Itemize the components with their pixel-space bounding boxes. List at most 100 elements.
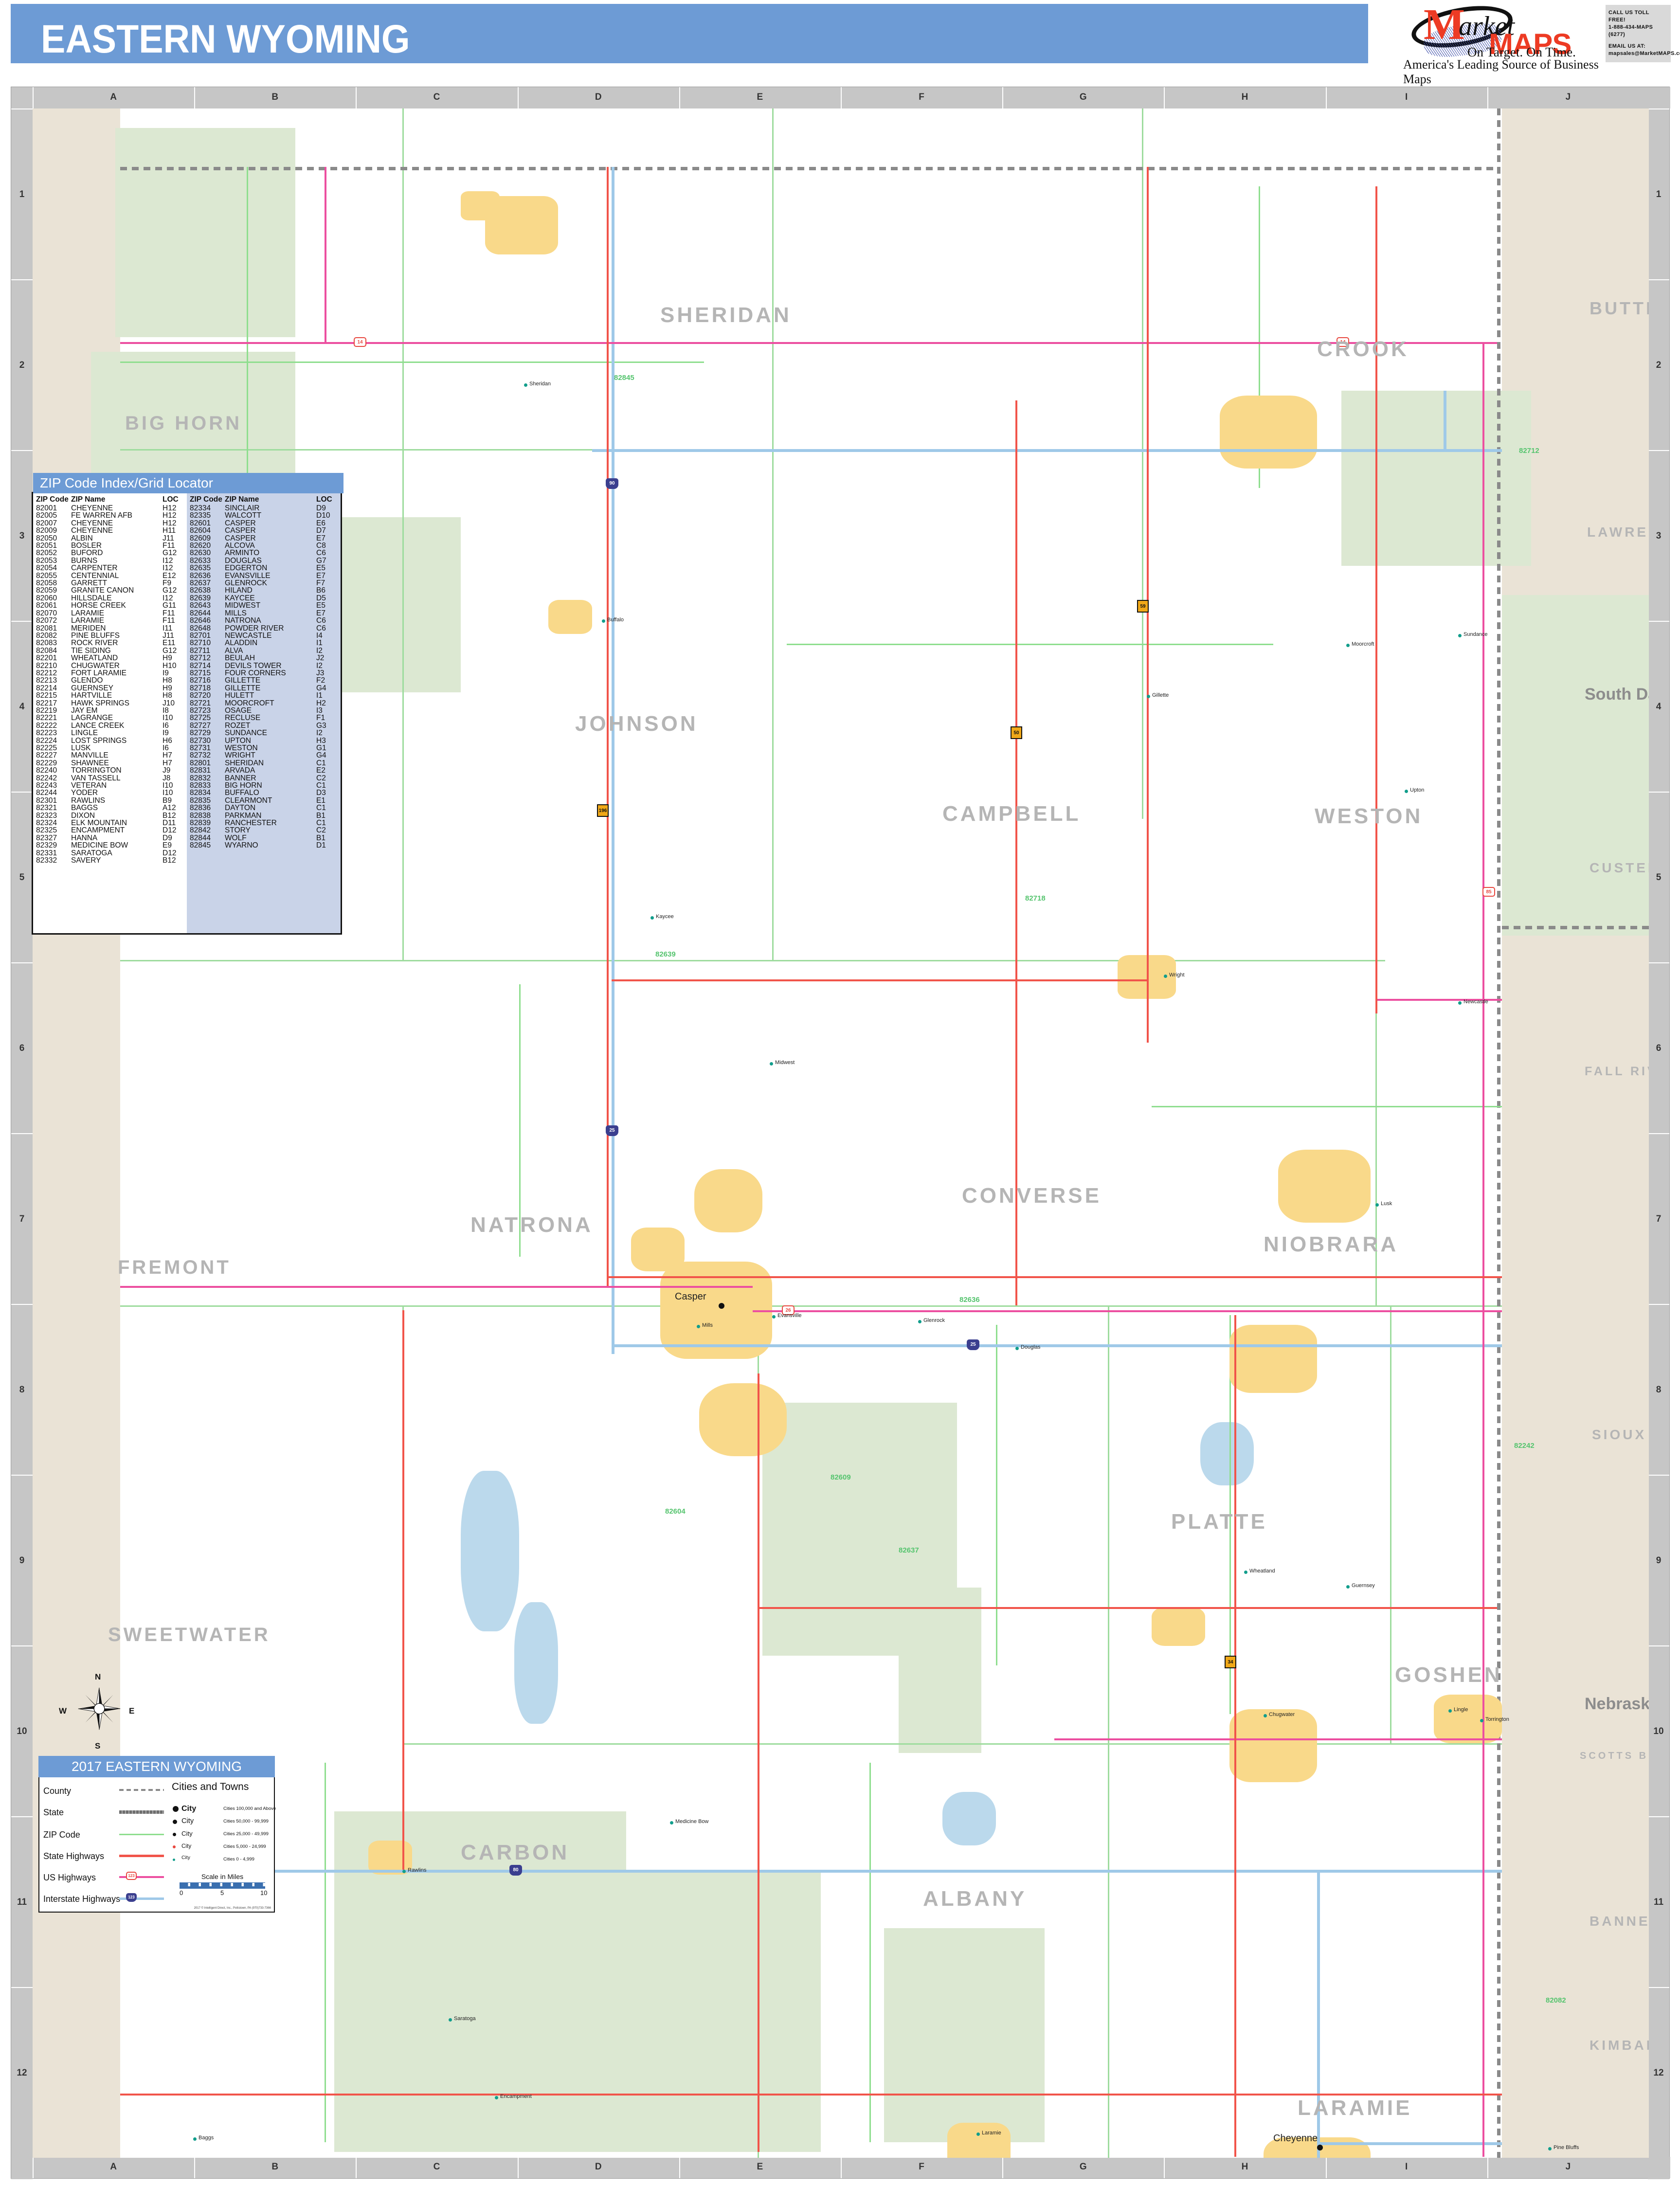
zip-table-row[interactable]: 82721 MOORCROFT H2 — [190, 699, 341, 707]
zip-table-row[interactable]: 82222 LANCE CREEK I6 — [36, 722, 187, 729]
zip-table-row[interactable]: 82051 BOSLER F11 — [36, 542, 187, 550]
zip-table-row[interactable]: 82212 FORT LARAMIE I9 — [36, 669, 187, 677]
zip-table-row[interactable]: 82219 JAY EM I8 — [36, 707, 187, 715]
zip-table-row[interactable]: 82331 SARATOGA D12 — [36, 849, 187, 857]
zip-table-row[interactable]: 82834 BUFFALO D3 — [190, 789, 341, 797]
zip-table-row[interactable]: 82210 CHUGWATER H10 — [36, 662, 187, 669]
zip-table-row[interactable]: 82731 WESTON G1 — [190, 744, 341, 752]
city-dot-buffalo[interactable] — [602, 619, 605, 623]
zip-table-row[interactable]: 82224 LOST SPRINGS H6 — [36, 737, 187, 744]
zip-table-row[interactable]: 82715 FOUR CORNERS J3 — [190, 669, 341, 677]
zip-table-row[interactable]: 82720 HULETT I1 — [190, 692, 341, 700]
city-dot-lingle[interactable] — [1448, 1709, 1452, 1713]
zip-table-row[interactable]: 82061 HORSE CREEK G11 — [36, 602, 187, 610]
zip-table-row[interactable]: 82054 CARPENTER I12 — [36, 564, 187, 572]
zip-table-row[interactable]: 82201 WHEATLAND H9 — [36, 654, 187, 662]
city-dot-mills[interactable] — [697, 1325, 700, 1328]
zip-table-row[interactable]: 82836 DAYTON C1 — [190, 804, 341, 812]
zip-table-row[interactable]: 82845 WYARNO D1 — [190, 842, 341, 849]
zip-table-row[interactable]: 82835 CLEARMONT E1 — [190, 796, 341, 804]
zip-table-row[interactable]: 82244 YODER I10 — [36, 789, 187, 797]
zip-table-row[interactable]: 82334 SINCLAIR D9 — [190, 505, 341, 512]
zip-table-row[interactable]: 82301 RAWLINS B9 — [36, 796, 187, 804]
zip-table-row[interactable]: 82060 HILLSDALE I12 — [36, 594, 187, 602]
zip-table-row[interactable]: 82620 ALCOVA C8 — [190, 542, 341, 550]
zip-table-row[interactable]: 82327 HANNA D9 — [36, 834, 187, 842]
zip-table-row[interactable]: 82643 MIDWEST E5 — [190, 602, 341, 610]
zip-table-row[interactable]: 82801 SHERIDAN C1 — [190, 759, 341, 767]
zip-table-row[interactable]: 82630 ARMINTO C6 — [190, 549, 341, 557]
zip-table-row[interactable]: 82084 TIE SIDING G12 — [36, 647, 187, 654]
zip-table-row[interactable]: 82727 ROZET G3 — [190, 722, 341, 729]
zip-table-row[interactable]: 82323 DIXON B12 — [36, 812, 187, 819]
city-dot-lusk[interactable] — [1375, 1203, 1379, 1207]
city-dot-wheatland[interactable] — [1244, 1571, 1247, 1574]
city-dot-cheyenne[interactable] — [1317, 2145, 1323, 2150]
zip-table-row[interactable]: 82637 GLENROCK F7 — [190, 579, 341, 587]
city-dot-sundance[interactable] — [1458, 634, 1462, 637]
zip-table-row[interactable]: 82604 CASPER D7 — [190, 527, 341, 535]
city-dot-torrington[interactable] — [1480, 1719, 1483, 1722]
zip-table-row[interactable]: 82072 LARAMIE F11 — [36, 617, 187, 625]
zip-table-row[interactable]: 82725 RECLUSE F1 — [190, 714, 341, 722]
zip-table-row[interactable]: 82059 GRANITE CANON G12 — [36, 587, 187, 595]
zip-table-row[interactable]: 82007 CHEYENNE H12 — [36, 519, 187, 527]
zip-table-row[interactable]: 82332 SAVERY B12 — [36, 857, 187, 865]
zip-table-row[interactable]: 82082 PINE BLUFFS J11 — [36, 632, 187, 639]
zip-table-row[interactable]: 82052 BUFORD G12 — [36, 549, 187, 557]
city-dot-pine-bluffs[interactable] — [1548, 2147, 1552, 2150]
zip-table-row[interactable]: 82638 HILAND B6 — [190, 587, 341, 595]
city-dot-evansville[interactable] — [772, 1315, 776, 1319]
city-dot-gillette[interactable] — [1147, 695, 1150, 698]
zip-table-row[interactable]: 82217 HAWK SPRINGS J10 — [36, 699, 187, 707]
zip-table-row[interactable]: 82636 EVANSVILLE E7 — [190, 572, 341, 579]
zip-table-row[interactable]: 82335 WALCOTT D10 — [190, 512, 341, 520]
zip-table-row[interactable]: 82712 BEULAH J2 — [190, 654, 341, 662]
city-dot-baggs[interactable] — [193, 2137, 197, 2141]
zip-table-row[interactable]: 82081 MERIDEN I11 — [36, 624, 187, 632]
zip-table-row[interactable]: 82723 OSAGE I3 — [190, 707, 341, 715]
zip-table-row[interactable]: 82070 LARAMIE F11 — [36, 609, 187, 617]
zip-table-row[interactable]: 82055 CENTENNIAL E12 — [36, 572, 187, 579]
zip-table-row[interactable]: 82214 GUERNSEY H9 — [36, 684, 187, 692]
zip-table-row[interactable]: 82635 EDGERTON E5 — [190, 564, 341, 572]
city-dot-encampment[interactable] — [495, 2096, 498, 2099]
zip-table-row[interactable]: 82842 STORY C2 — [190, 827, 341, 834]
zip-table-row[interactable]: 82716 GILLETTE F2 — [190, 677, 341, 685]
zip-table-row[interactable]: 82215 HARTVILLE H8 — [36, 692, 187, 700]
zip-table-row[interactable]: 82838 PARKMAN B1 — [190, 812, 341, 819]
zip-table-row[interactable]: 82714 DEVILS TOWER I2 — [190, 662, 341, 669]
zip-table-row[interactable]: 82329 MEDICINE BOW E9 — [36, 842, 187, 849]
zip-table-row[interactable]: 82729 SUNDANCE I2 — [190, 729, 341, 737]
zip-table-row[interactable]: 82833 BIG HORN C1 — [190, 782, 341, 790]
city-dot-wright[interactable] — [1164, 975, 1167, 978]
zip-table-row[interactable]: 82058 GARRETT F9 — [36, 579, 187, 587]
map-canvas[interactable]: 90 25 25 80 14 14 85 26 59 50 196 34 SHE… — [33, 108, 1649, 2158]
city-dot-chugwater[interactable] — [1264, 1714, 1267, 1717]
zip-table-row[interactable]: 82701 NEWCASTLE I4 — [190, 632, 341, 639]
zip-table-row[interactable]: 82053 BURNS I12 — [36, 557, 187, 564]
zip-table-row[interactable]: 82732 WRIGHT G4 — [190, 752, 341, 759]
zip-table-row[interactable]: 82243 VETERAN I10 — [36, 782, 187, 790]
city-dot-laramie[interactable] — [976, 2132, 980, 2136]
zip-table-row[interactable]: 82223 LINGLE I9 — [36, 729, 187, 737]
zip-table-row[interactable]: 82831 ARVADA E2 — [190, 767, 341, 775]
city-dot-newcastle[interactable] — [1458, 1001, 1462, 1005]
zip-table-row[interactable]: 82710 ALADDIN I1 — [190, 639, 341, 647]
city-dot-rawlins[interactable] — [402, 1870, 406, 1873]
zip-table-row[interactable]: 82225 LUSK I6 — [36, 744, 187, 752]
zip-table-row[interactable]: 82609 CASPER E7 — [190, 534, 341, 542]
zip-table-row[interactable]: 82601 CASPER E6 — [190, 519, 341, 527]
zip-table-row[interactable]: 82221 LAGRANGE I10 — [36, 714, 187, 722]
zip-table-row[interactable]: 82718 GILLETTE G4 — [190, 684, 341, 692]
zip-table-row[interactable]: 82711 ALVA I2 — [190, 647, 341, 654]
zip-table-row[interactable]: 82050 ALBIN J11 — [36, 534, 187, 542]
zip-table-row[interactable]: 82646 NATRONA C6 — [190, 617, 341, 625]
zip-table-row[interactable]: 82213 GLENDO H8 — [36, 677, 187, 685]
city-dot-guernsey[interactable] — [1346, 1585, 1350, 1589]
zip-table-row[interactable]: 82832 BANNER C2 — [190, 774, 341, 782]
zip-table-row[interactable]: 82325 ENCAMPMENT D12 — [36, 827, 187, 834]
zip-table-row[interactable]: 82321 BAGGS A12 — [36, 804, 187, 812]
zip-table-row[interactable]: 82644 MILLS E7 — [190, 609, 341, 617]
city-dot-glenrock[interactable] — [918, 1320, 921, 1323]
